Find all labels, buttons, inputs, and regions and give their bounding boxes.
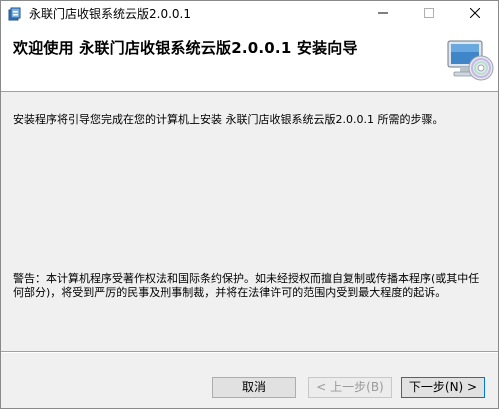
close-icon	[469, 7, 481, 21]
next-button[interactable]: 下一步(N) >	[401, 377, 485, 398]
maximize-button[interactable]	[406, 1, 452, 27]
close-button[interactable]	[452, 1, 498, 27]
installer-window: 永联门店收银系统云版2.0.0.1 欢迎使用 永联门店收银系统云版2.0.0.1…	[0, 0, 499, 409]
computer-disc-icon	[446, 37, 494, 83]
intro-text: 安装程序将引导您完成在您的计算机上安装 永联门店收银系统云版2.0.0.1 所需…	[13, 113, 444, 126]
copyright-warning: 警告：本计算机程序受著作权法和国际条约保护。如未经授权而擅自复制或传播本程序(或…	[13, 272, 480, 299]
window-title: 永联门店收银系统云版2.0.0.1	[29, 7, 191, 21]
maximize-icon	[424, 7, 434, 21]
wizard-title: 欢迎使用 永联门店收银系统云版2.0.0.1 安装向导	[13, 39, 358, 57]
wizard-header: 欢迎使用 永联门店收银系统云版2.0.0.1 安装向导	[1, 27, 498, 92]
minimize-icon	[378, 7, 388, 21]
button-divider	[1, 351, 498, 353]
minimize-button[interactable]	[360, 1, 406, 27]
installer-box-icon	[7, 6, 23, 22]
title-bar[interactable]: 永联门店收银系统云版2.0.0.1	[1, 1, 498, 27]
cancel-button[interactable]: 取消	[212, 377, 296, 398]
back-button[interactable]: < 上一步(B)	[308, 377, 392, 398]
